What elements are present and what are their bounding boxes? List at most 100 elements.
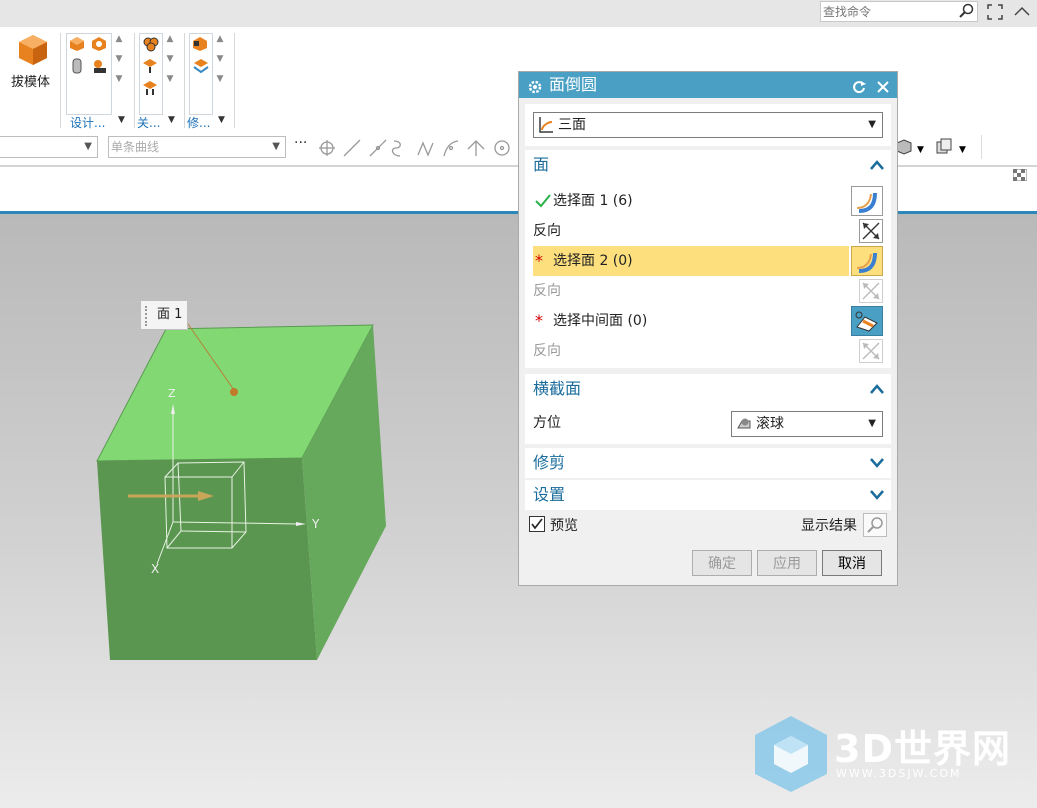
search-input[interactable] xyxy=(821,2,957,21)
select-middle-face-label: 选择中间面 (0) xyxy=(553,313,648,329)
feature-icon[interactable] xyxy=(91,58,107,78)
select-face2-row[interactable]: * 选择面 2 (0) xyxy=(533,246,849,276)
three-face-icon xyxy=(538,116,554,142)
reverse2-label: 反向 xyxy=(533,283,561,299)
show-result-label: 显示结果 xyxy=(801,518,857,534)
feature-icon[interactable] xyxy=(69,36,85,56)
svg-text:▼: ▼ xyxy=(917,145,924,155)
chevron-down-icon[interactable]: ▼ xyxy=(218,115,225,125)
gallery-scrollbar[interactable]: ▲ ▼ ▼ xyxy=(164,34,176,114)
watermark-brand: 3D世界网 xyxy=(834,727,1011,771)
feature-icon[interactable] xyxy=(192,36,210,56)
reverse3-row: 反向 xyxy=(533,336,883,366)
ribbon-divider xyxy=(234,33,235,128)
group-relate-label[interactable]: 关... xyxy=(137,114,160,131)
watermark-url: WWW.3DSJW.COM xyxy=(836,767,962,780)
required-icon: * xyxy=(535,251,543,270)
gear-icon[interactable] xyxy=(527,77,543,103)
search-icon[interactable] xyxy=(958,3,974,23)
preview-checkbox[interactable] xyxy=(529,516,545,532)
cross-section-header[interactable]: 横截面 xyxy=(525,374,891,404)
reverse1-label: 反向 xyxy=(533,223,561,239)
required-icon: * xyxy=(535,311,543,330)
face-tag[interactable]: 面 1 xyxy=(140,300,188,330)
dialog-title: 面倒圆 xyxy=(549,75,598,94)
curve-rule-select[interactable]: 单条曲线 ▼ xyxy=(108,136,286,158)
feature-icon[interactable] xyxy=(192,58,210,78)
settings-section-title: 设置 xyxy=(533,485,566,504)
select-face2-label: 选择面 2 (0) xyxy=(553,253,633,269)
chevron-down-icon[interactable]: ▼ xyxy=(168,115,175,125)
gallery-scrollbar[interactable]: ▲ ▼ ▼ xyxy=(113,34,125,114)
orientation-value: 滚球 xyxy=(756,416,784,432)
dialog-title-bar[interactable]: 面倒圆 xyxy=(519,72,897,98)
design-feature-gallery[interactable]: ▲ ▼ ▼ xyxy=(66,33,122,115)
orientation-select[interactable]: 滚球 ▼ xyxy=(731,411,883,437)
gallery-scrollbar[interactable]: ▲ ▼ ▼ xyxy=(214,34,226,114)
reverse-direction-icon xyxy=(859,339,883,363)
checker-icon[interactable] xyxy=(1012,168,1028,185)
blend-type-value: 三面 xyxy=(558,117,586,133)
draft-body-button[interactable]: 拔模体 xyxy=(11,71,50,90)
render-style-icon[interactable]: ▼ xyxy=(895,138,933,160)
toolbar-divider xyxy=(981,135,982,159)
face-section-header[interactable]: 面 xyxy=(525,150,891,180)
reset-icon[interactable] xyxy=(851,77,867,103)
close-icon[interactable] xyxy=(875,77,891,103)
z-axis-label: Z xyxy=(168,387,176,400)
feature-icon[interactable] xyxy=(142,58,160,78)
cross-section-title: 横截面 xyxy=(533,379,582,398)
orientation-label: 方位 xyxy=(533,415,561,431)
face2-select-icon[interactable] xyxy=(851,246,883,276)
show-result-button[interactable] xyxy=(863,513,887,537)
cancel-button[interactable]: 取消 xyxy=(822,550,882,576)
modify-gallery[interactable]: ▲ ▼ ▼ xyxy=(189,33,223,115)
relate-gallery[interactable]: ▲ ▼ ▼ xyxy=(139,33,173,115)
x-axis-label: X xyxy=(151,562,160,576)
ribbon-divider xyxy=(184,33,185,128)
blend-type-select[interactable]: 三面 ▼ xyxy=(533,112,883,138)
trim-section-header[interactable]: 修剪 xyxy=(525,448,891,478)
face-select-icon[interactable] xyxy=(851,186,883,216)
reverse-direction-icon xyxy=(859,279,883,303)
feature-icon[interactable] xyxy=(69,58,85,78)
reverse1-row: 反向 xyxy=(533,216,883,246)
feature-icon[interactable] xyxy=(142,36,160,56)
type-section: 三面 ▼ xyxy=(525,104,891,146)
draft-body-icon[interactable] xyxy=(16,33,50,71)
face-tag-label: 面 1 xyxy=(157,307,183,322)
settings-section-header[interactable]: 设置 xyxy=(525,480,891,510)
brand-logo xyxy=(752,714,830,798)
ribbon-divider xyxy=(134,33,135,128)
chevron-down-icon[interactable]: ▼ xyxy=(118,115,125,125)
select-middle-face-row[interactable]: * 选择中间面 (0) xyxy=(533,306,883,336)
group-design-label[interactable]: 设计... xyxy=(70,114,105,131)
ok-button[interactable]: 确定 xyxy=(692,550,752,576)
svg-text:▼: ▼ xyxy=(959,145,966,155)
chevron-up-icon[interactable] xyxy=(869,150,885,190)
feature-icon[interactable] xyxy=(142,80,160,100)
apply-button[interactable]: 应用 xyxy=(757,550,817,576)
select-face1-label: 选择面 1 (6) xyxy=(553,193,633,209)
more-icon[interactable]: ··· xyxy=(294,135,307,151)
type-filter-select[interactable]: ▼ xyxy=(0,136,98,158)
reverse-direction-icon[interactable] xyxy=(859,219,883,243)
reverse3-label: 反向 xyxy=(533,343,561,359)
preview-label: 预览 xyxy=(550,518,578,534)
trim-section-title: 修剪 xyxy=(533,453,566,472)
command-search-box[interactable] xyxy=(820,1,978,22)
group-modify-label[interactable]: 修... xyxy=(187,114,210,131)
feature-icon[interactable] xyxy=(91,36,107,56)
select-face1-row[interactable]: 选择面 1 (6) xyxy=(533,186,883,216)
drag-handle[interactable] xyxy=(145,306,150,326)
reverse2-row: 反向 xyxy=(533,276,883,306)
y-axis-label: Y xyxy=(312,517,320,531)
snap-tools[interactable] xyxy=(318,139,513,163)
collapse-ribbon-icon[interactable] xyxy=(1013,4,1031,22)
face-blend-dialog: 面倒圆 三面 ▼ 面 选择面 1 (6) 反向 * 选择面 2 (0) 反向 *… xyxy=(518,71,898,586)
fullscreen-icon[interactable] xyxy=(987,4,1003,24)
curve-rule-value: 单条曲线 xyxy=(111,140,160,154)
layer-visibility-icon[interactable]: ▼ xyxy=(935,138,975,160)
middle-face-select-icon[interactable] xyxy=(851,306,883,336)
face-section-title: 面 xyxy=(533,155,550,174)
